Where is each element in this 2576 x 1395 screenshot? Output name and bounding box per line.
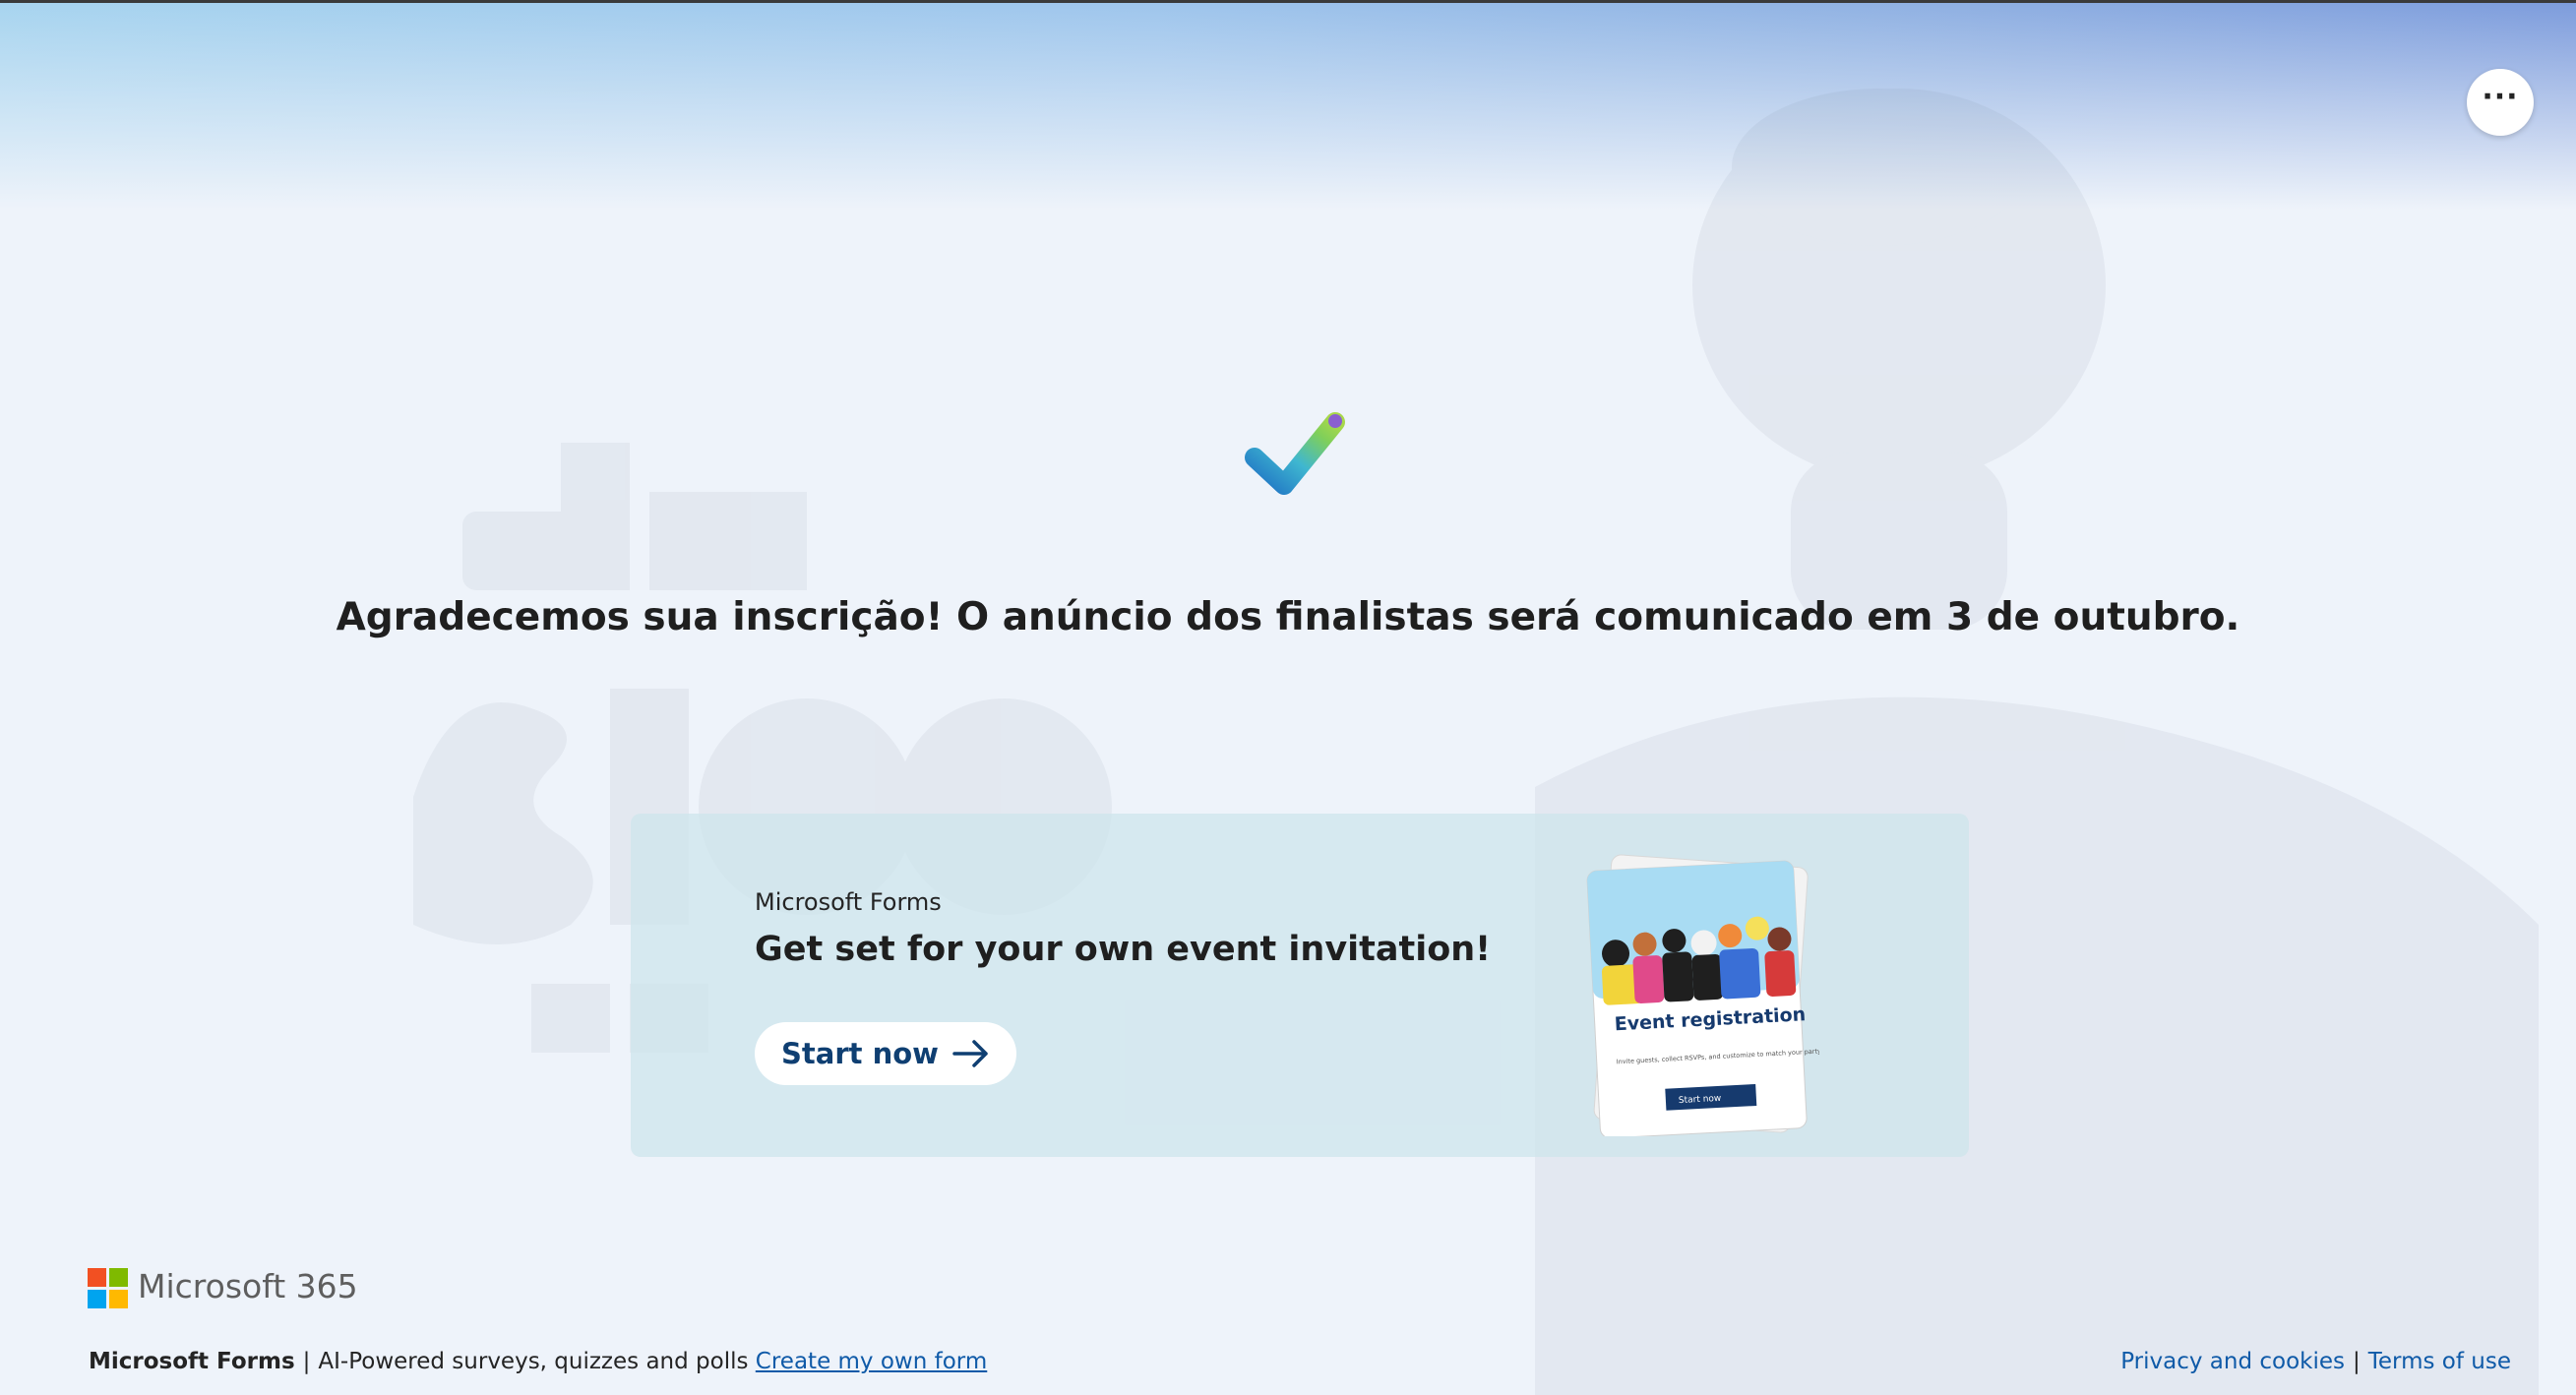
success-check-icon [1245,412,1345,495]
promo-title: Get set for your own event invitation! [755,930,1492,969]
privacy-and-cookies-link[interactable]: Privacy and cookies [2120,1349,2345,1374]
header-banner-fade [0,3,2576,210]
footer-separator: | [302,1349,311,1374]
footer-tagline: AI-Powered surveys, quizzes and polls [318,1349,749,1374]
confirmation-message: Agradecemos sua inscrição! O anúncio dos… [336,595,2240,639]
more-options-button[interactable]: ··· [2467,69,2534,136]
footer-right-separator: | [2353,1349,2361,1374]
terms-of-use-link[interactable]: Terms of use [2368,1349,2511,1374]
arrow-right-icon [952,1040,988,1067]
promo-card: Microsoft Forms Get set for your own eve… [631,814,1969,1157]
footer-left: Microsoft Forms | AI-Powered surveys, quiz… [89,1349,987,1374]
microsoft-logo-icon [88,1268,128,1308]
footer-brand: Microsoft Forms [89,1349,295,1374]
background-person-image [1535,89,2539,1395]
event-registration-image: Event registration Invite guests, collec… [1586,854,1819,1136]
more-options-icon: ··· [2482,80,2519,114]
promo-brand: Microsoft Forms [755,888,942,916]
start-now-button[interactable]: Start now [755,1022,1016,1085]
microsoft-365-logo-text: Microsoft 365 [138,1267,358,1305]
create-my-own-form-link[interactable]: Create my own form [756,1349,987,1374]
footer-right: Privacy and cookies | Terms of use [2120,1349,2511,1374]
start-now-label: Start now [781,1037,939,1070]
